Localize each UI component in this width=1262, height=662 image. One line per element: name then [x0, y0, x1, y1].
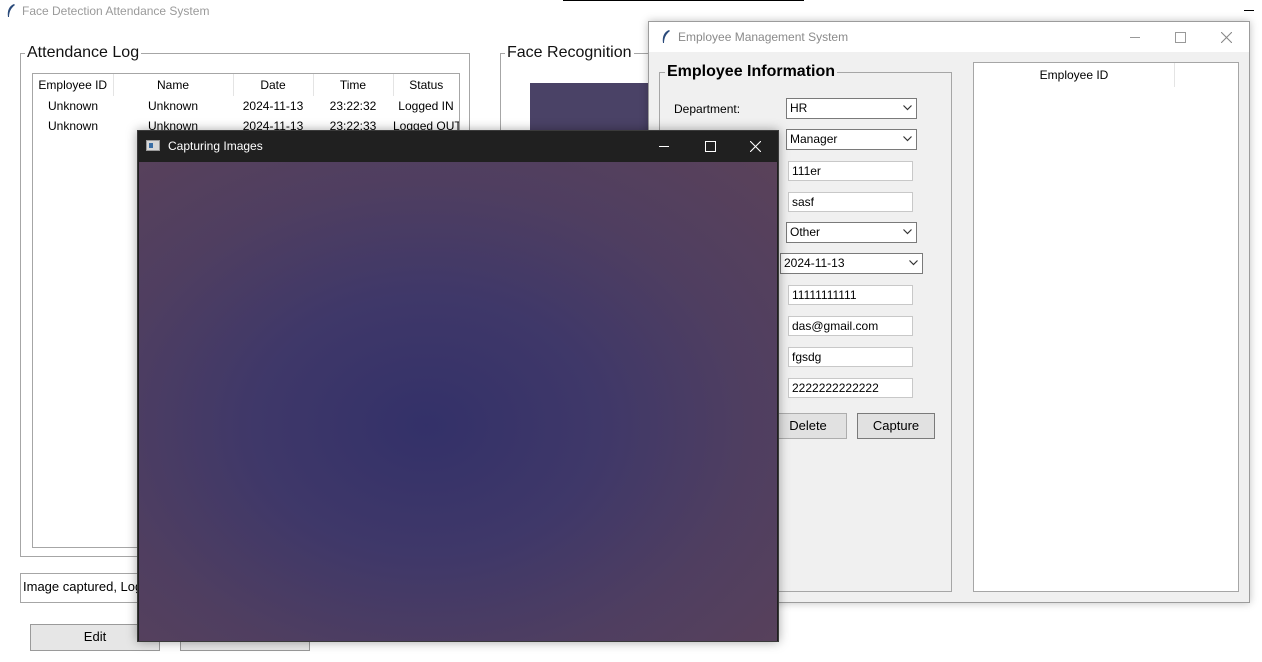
employee-window-titlebar[interactable]: Employee Management System — [649, 22, 1249, 52]
date-combobox[interactable]: 2024-11-13 — [780, 253, 923, 274]
maximize-icon — [704, 141, 716, 152]
capturing-images-window: Capturing Images — [137, 130, 779, 642]
employee-window-title: Employee Management System — [678, 30, 849, 44]
date-value: 2024-11-13 — [784, 256, 845, 270]
chevron-down-icon — [909, 260, 918, 266]
column-header-employee-id[interactable]: Employee ID — [33, 74, 114, 96]
delete-button[interactable]: Delete — [769, 413, 847, 439]
column-header-name[interactable]: Name — [113, 74, 234, 96]
department-label: Department: — [674, 102, 741, 116]
close-icon — [749, 141, 761, 152]
maximize-button[interactable] — [687, 131, 733, 162]
gender-combobox[interactable]: Other — [786, 222, 917, 243]
face-recognition-title: Face Recognition — [505, 44, 634, 62]
department-value: HR — [790, 101, 808, 115]
entry-field-1[interactable]: 111er — [788, 161, 913, 181]
maximize-button[interactable] — [1157, 22, 1203, 52]
cell-employee-id: Unknown — [47, 119, 99, 133]
minimize-icon — [1130, 36, 1140, 38]
entry-field-4[interactable]: 2222222222222 — [788, 378, 913, 398]
column-header-status[interactable]: Status — [393, 74, 459, 96]
cell-status: Logged IN — [398, 99, 454, 113]
cell-time: 23:22:32 — [329, 99, 377, 113]
capture-button[interactable]: Capture — [857, 413, 935, 439]
department-combobox[interactable]: HR — [786, 98, 917, 119]
table-row[interactable]: Unknown Unknown 2024-11-13 23:22:32 Logg… — [33, 96, 459, 116]
chevron-down-icon — [903, 105, 912, 111]
close-button[interactable] — [732, 131, 778, 162]
feather-icon — [5, 3, 17, 22]
minimize-button[interactable] — [1112, 22, 1158, 52]
position-combobox[interactable]: Manager — [786, 129, 917, 150]
table-header-row: Employee ID Name Date Time Status — [33, 74, 459, 96]
entry-field-2[interactable]: sasf — [788, 192, 913, 212]
drag-bar — [563, 0, 804, 1]
close-icon — [1220, 31, 1232, 43]
minimize-button[interactable] — [641, 131, 687, 162]
column-header-time[interactable]: Time — [313, 74, 394, 96]
capture-window-title: Capturing Images — [168, 139, 263, 153]
position-value: Manager — [790, 132, 838, 146]
employee-info-title: Employee Information — [665, 63, 838, 81]
window-icon — [146, 140, 160, 151]
gender-value: Other — [790, 225, 821, 239]
column-header-employee-id[interactable]: Employee ID — [974, 63, 1175, 87]
cell-date: 2024-11-13 — [242, 99, 304, 113]
chevron-down-icon — [903, 229, 912, 235]
camera-feed — [139, 162, 777, 641]
email-field[interactable]: das@gmail.com — [788, 316, 913, 336]
close-button[interactable] — [1203, 22, 1249, 52]
chevron-down-icon — [903, 136, 912, 142]
maximize-icon — [1174, 31, 1186, 43]
column-header-date[interactable]: Date — [233, 74, 314, 96]
cell-name: Unknown — [147, 99, 199, 113]
entry-field-3[interactable]: fgsdg — [788, 347, 913, 367]
cell-employee-id: Unknown — [47, 99, 99, 113]
employee-table[interactable]: Employee ID — [973, 62, 1239, 592]
minimize-icon — [659, 146, 669, 147]
capture-window-titlebar[interactable]: Capturing Images — [138, 131, 778, 162]
minimize-icon[interactable] — [1244, 10, 1254, 11]
feather-icon — [660, 29, 672, 48]
phone-field[interactable]: 11111111111 — [788, 285, 913, 305]
attendance-log-title: Attendance Log — [25, 44, 142, 62]
main-window-title: Face Detection Attendance System — [22, 4, 210, 18]
